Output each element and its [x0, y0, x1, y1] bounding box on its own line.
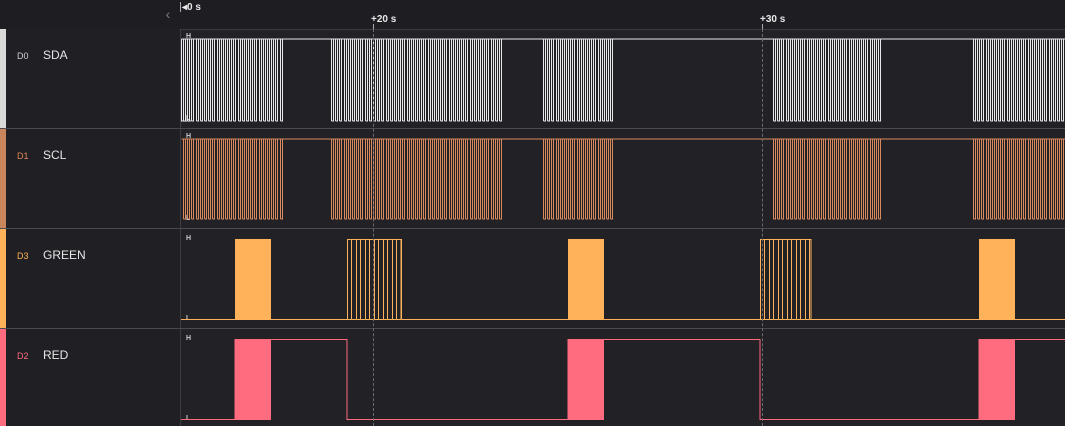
green-pulse: [235, 239, 271, 320]
red-pulse: [979, 339, 1015, 420]
sda-trace: [181, 38, 1065, 122]
channel-row-scl[interactable]: D1 SCL H L: [0, 129, 1065, 229]
channel-label-panel[interactable]: D2 RED: [6, 329, 181, 426]
red-pulse: [235, 339, 271, 420]
channel-name: GREEN: [43, 248, 86, 262]
channel-row-green[interactable]: D3 GREEN H L: [0, 229, 1065, 329]
waveform-red[interactable]: [181, 329, 1065, 426]
channel-name: RED: [43, 348, 69, 362]
tick-mark-start: [180, 2, 181, 12]
channel-id: D1: [17, 151, 29, 161]
green-pulse: [568, 239, 604, 320]
channel-id: D3: [17, 251, 29, 261]
channel-id: D0: [17, 51, 29, 61]
channel-name: SCL: [43, 148, 67, 162]
waveform-green[interactable]: [181, 229, 1065, 329]
channel-id: D2: [17, 351, 29, 361]
time-tick-start: ◂0 s: [182, 2, 201, 13]
channel-label-panel[interactable]: D1 SCL: [6, 129, 181, 229]
green-pulse: [979, 239, 1015, 320]
channel-label-panel[interactable]: D0 SDA: [6, 29, 181, 129]
chevron-left-icon[interactable]: ‹: [160, 6, 176, 22]
waveform-scl[interactable]: [181, 129, 1065, 229]
time-tick-30s: +30 s: [760, 14, 786, 25]
red-pulse: [568, 339, 604, 420]
channel-row-red[interactable]: D2 RED H L: [0, 329, 1065, 426]
channel-name: SDA: [43, 48, 68, 62]
channel-row-sda[interactable]: D0 SDA H L: [0, 29, 1065, 129]
channel-label-panel[interactable]: D3 GREEN: [6, 229, 181, 329]
waveform-sda[interactable]: [181, 29, 1065, 129]
timeline-ruler[interactable]: ‹ ◂0 s +20 s +30 s: [0, 0, 1065, 30]
time-tick-20s: +20 s: [371, 14, 397, 25]
